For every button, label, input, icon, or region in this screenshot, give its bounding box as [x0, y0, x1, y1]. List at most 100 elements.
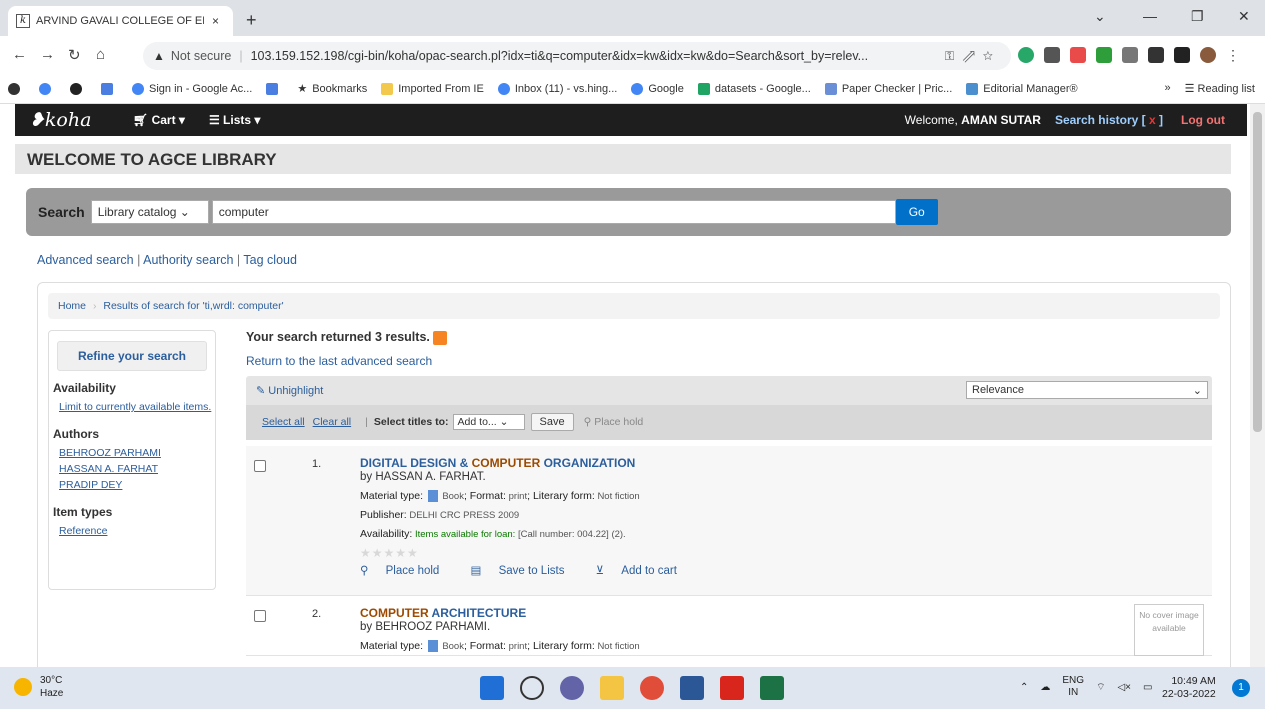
place-hold-link[interactable]: ⚲ Place hold [360, 565, 453, 577]
cart-button[interactable]: 🛒︎ Cart ▾ [133, 113, 185, 127]
bookmark-item[interactable]: Paper Checker | Pric... [824, 82, 952, 95]
unhighlight-link[interactable]: ✎ Unhighlight [256, 384, 323, 397]
clock[interactable]: 10:49 AM 22-03-2022 [1162, 675, 1216, 701]
teams-chat-icon[interactable] [560, 676, 584, 700]
chrome-icon[interactable] [70, 82, 87, 95]
record-title-link[interactable]: COMPUTER ARCHITECTURE [360, 606, 1080, 620]
word-icon[interactable] [680, 676, 704, 700]
koha-logo[interactable]: ❥koha [29, 109, 109, 131]
search-input[interactable]: computer [211, 200, 896, 224]
item-type-facet-link[interactable]: Reference [59, 525, 215, 537]
share-icon[interactable]: ⇗ [962, 49, 983, 63]
reload-icon[interactable]: ↻ [68, 46, 81, 64]
address-bar[interactable]: ▲ Not secure | 103.159.152.198/cgi-bin/k… [143, 42, 1011, 70]
tab-close-icon[interactable]: × [212, 14, 219, 28]
add-to-select[interactable]: Add to... ⌄ [452, 414, 525, 431]
bookmarks-overflow-button[interactable]: » [1164, 82, 1170, 95]
bookmark-item[interactable]: Imported From IE [381, 82, 484, 95]
wifi-icon[interactable]: ⌔ [1096, 681, 1105, 694]
rating-stars[interactable]: ★★★★★ [360, 546, 1080, 560]
record-title-link[interactable]: DIGITAL DESIGN & COMPUTER ORGANIZATION [360, 456, 1080, 470]
clear-all-link[interactable]: Clear all [313, 416, 352, 428]
apps-icon[interactable] [8, 82, 25, 95]
bookmark-item[interactable]: ★ Bookmarks [297, 82, 367, 96]
tag-cloud-link[interactable]: Tag cloud [243, 253, 297, 267]
bookmark-item[interactable]: Inbox (11) - vs.hing... [497, 82, 617, 95]
minimize-button[interactable]: — [1143, 8, 1157, 24]
battery-icon[interactable]: ▭ [1143, 682, 1152, 693]
authority-search-link[interactable]: Authority search [143, 253, 233, 267]
sort-select[interactable]: Relevance ⌄ [966, 380, 1208, 399]
author-facet-link[interactable]: PRADIP DEY [59, 479, 215, 491]
home-icon[interactable]: ⌂ [96, 46, 105, 63]
go-button[interactable]: Go [895, 199, 938, 225]
google-icon[interactable] [39, 82, 56, 95]
lists-button[interactable]: ☰ Lists ▾ [209, 113, 260, 127]
bookmark-item[interactable]: Sign in - Google Ac... [132, 82, 252, 95]
windows-start-icon[interactable] [480, 676, 504, 700]
search-history-link[interactable]: Search history [ x ] [1055, 113, 1163, 127]
security-label[interactable]: Not secure [171, 49, 231, 63]
record-checkbox[interactable] [254, 459, 266, 472]
file-explorer-icon[interactable] [600, 676, 624, 700]
extension-icon[interactable] [1122, 47, 1138, 63]
volume-icon[interactable]: ◁× [1117, 682, 1131, 693]
record-checkbox[interactable] [254, 609, 266, 622]
check-extension-icon[interactable] [1096, 47, 1112, 63]
excel-icon[interactable] [760, 676, 784, 700]
bookmark-item[interactable] [266, 82, 283, 95]
chevron-up-icon[interactable]: ⌃ [1020, 682, 1028, 693]
search-icon[interactable] [520, 676, 544, 700]
search-scope-select[interactable]: Library catalog ⌄ [90, 200, 209, 224]
user-name[interactable]: AMAN SUTAR [961, 113, 1041, 127]
refine-search-heading[interactable]: Refine your search [57, 341, 207, 371]
return-advanced-link[interactable]: Return to the last advanced search [246, 354, 1212, 368]
extension-icon[interactable] [1044, 47, 1060, 63]
author-facet-link[interactable]: BEHROOZ PARHAMI [59, 447, 215, 459]
warning-icon[interactable]: ▲ [153, 49, 165, 63]
close-window-button[interactable]: ✕ [1238, 8, 1250, 25]
add-to-cart-link[interactable]: ⊻ Add to cart [596, 565, 691, 577]
cloud-icon[interactable]: ☁ [1040, 682, 1050, 693]
maximize-button[interactable]: ❐ [1191, 8, 1204, 25]
reading-list-button[interactable]: ☰ Reading list [1185, 82, 1255, 95]
advanced-search-link[interactable]: Advanced search [37, 253, 134, 267]
url-text[interactable]: 103.159.152.198/cgi-bin/koha/opac-search… [251, 49, 891, 63]
language-indicator[interactable]: ENG IN [1062, 675, 1084, 699]
back-arrow-icon[interactable]: ← [12, 46, 27, 63]
scrollbar-thumb[interactable] [1253, 112, 1262, 432]
place-hold-disabled[interactable]: ⚲ Place hold [584, 416, 644, 428]
select-all-link[interactable]: Select all [262, 416, 305, 428]
bookmark-app-icon[interactable] [101, 82, 118, 95]
profile-avatar[interactable] [1200, 47, 1216, 63]
page-scrollbar[interactable] [1250, 104, 1265, 667]
bookmark-item[interactable]: datasets - Google... [697, 82, 811, 95]
browser-tab[interactable]: k ARVIND GAVALI COLLEGE OF EN × [8, 6, 233, 36]
weather-widget[interactable]: 30°C Haze [14, 674, 63, 700]
bookmark-item[interactable]: Google [631, 82, 684, 95]
tab-search-icon[interactable]: ⌄ [1094, 8, 1106, 25]
bookmark-star-icon[interactable]: ☆ [983, 49, 1001, 63]
breadcrumb-current[interactable]: Results of search for 'ti,wrdl: computer… [103, 300, 283, 312]
new-extension-icon[interactable] [1148, 47, 1164, 63]
new-tab-button[interactable]: + [246, 10, 257, 31]
rss-icon[interactable] [432, 330, 447, 345]
acrobat-icon[interactable] [720, 676, 744, 700]
bookmark-item[interactable]: Editorial Manager® [966, 82, 1078, 95]
key-icon[interactable]: ⚿ [945, 49, 963, 63]
clear-history-button[interactable]: x [1149, 113, 1156, 127]
author-facet-link[interactable]: HASSAN A. FARHAT [59, 463, 215, 475]
menu-kebab-icon[interactable]: ⋮ [1226, 47, 1242, 63]
save-to-lists-link[interactable]: ▤ Save to Lists [471, 565, 579, 577]
save-button[interactable]: Save [530, 413, 574, 432]
puzzle-icon[interactable] [1174, 47, 1190, 63]
grammarly-extension-icon[interactable] [1018, 47, 1034, 63]
address-actions[interactable]: ⚿⇗☆ [945, 49, 1001, 64]
notification-badge[interactable]: 1 [1232, 679, 1250, 697]
limit-available-link[interactable]: Limit to currently available items. [59, 401, 215, 413]
extension-icon[interactable] [1070, 47, 1086, 63]
breadcrumb-home[interactable]: Home [58, 300, 86, 312]
forward-arrow-icon[interactable]: → [40, 46, 55, 63]
logout-link[interactable]: Log out [1181, 113, 1225, 127]
chrome-icon[interactable] [640, 676, 664, 700]
